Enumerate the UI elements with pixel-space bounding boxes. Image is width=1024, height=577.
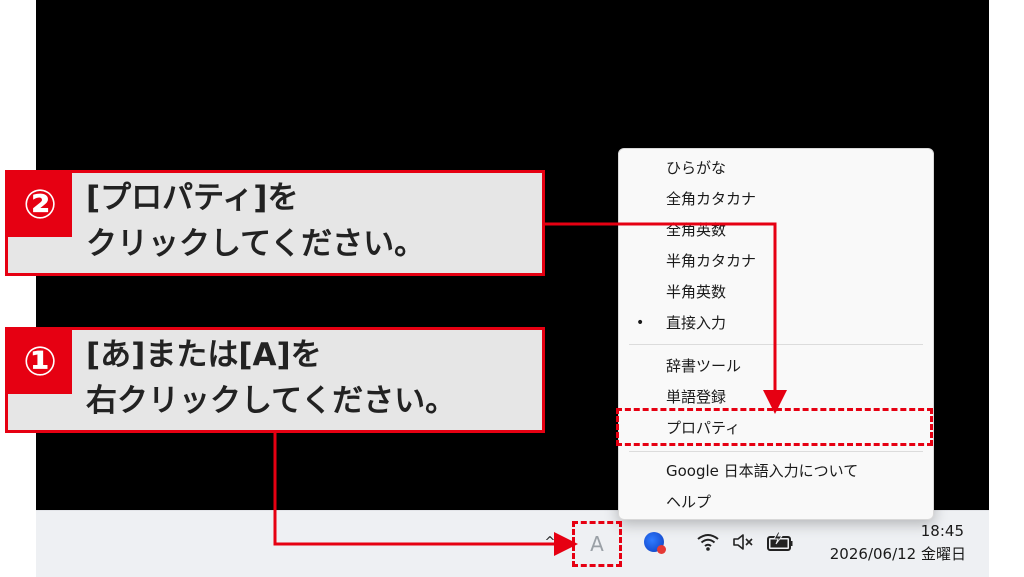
menu-item-direct-input[interactable]: • 直接入力 bbox=[619, 308, 933, 338]
menu-item-label: 辞書ツール bbox=[666, 357, 742, 375]
menu-item-label: 半角カタカナ bbox=[666, 252, 757, 270]
selected-bullet-icon: • bbox=[636, 315, 645, 331]
menu-item-label: Google 日本語入力について bbox=[666, 462, 859, 480]
volume-mute-icon[interactable] bbox=[730, 530, 756, 554]
ime-icon-highlight-box bbox=[572, 521, 622, 567]
clock-date: 2026/06/12 金曜日 bbox=[829, 545, 966, 563]
callout-line-1: [プロパティ]を bbox=[86, 180, 299, 216]
menu-item-help[interactable]: ヘルプ bbox=[619, 487, 933, 517]
battery-charging-icon[interactable] bbox=[764, 529, 796, 555]
callout-line-2: クリックしてください。 bbox=[86, 226, 426, 262]
ime-context-menu: ひらがな 全角カタカナ 全角英数 半角カタカナ 半角英数 • 直接入力 辞書ツー… bbox=[618, 148, 934, 520]
menu-item-label: 全角カタカナ bbox=[666, 190, 757, 208]
menu-item-label: ヘルプ bbox=[666, 493, 712, 511]
callout-line-1: [あ]または[A]を bbox=[86, 337, 322, 373]
chevron-up-icon[interactable]: ^ bbox=[538, 530, 562, 554]
menu-item-label: 全角英数 bbox=[666, 221, 727, 239]
callout-text: [あ]または[A]を 右クリックしてください。 bbox=[86, 332, 456, 424]
step-number-badge: ② bbox=[8, 173, 72, 237]
menu-item-hiragana[interactable]: ひらがな bbox=[619, 153, 933, 183]
menu-item-label: 半角英数 bbox=[666, 283, 727, 301]
callout-step-1: ① [あ]または[A]を 右クリックしてください。 bbox=[5, 327, 545, 433]
menu-item-about[interactable]: Google 日本語入力について bbox=[619, 456, 933, 486]
menu-item-halfwidth-katakana[interactable]: 半角カタカナ bbox=[619, 246, 933, 276]
taskbar-clock[interactable]: 18:45 2026/06/12 金曜日 bbox=[808, 520, 966, 566]
menu-item-halfwidth-alphanumeric[interactable]: 半角英数 bbox=[619, 277, 933, 307]
app-icon[interactable] bbox=[641, 529, 667, 555]
menu-item-label: 直接入力 bbox=[666, 314, 727, 332]
menu-separator bbox=[629, 451, 923, 452]
properties-highlight-box bbox=[616, 408, 933, 446]
clock-time: 18:45 bbox=[920, 522, 964, 540]
wifi-icon[interactable] bbox=[695, 530, 721, 554]
menu-item-fullwidth-alphanumeric[interactable]: 全角英数 bbox=[619, 215, 933, 245]
menu-separator bbox=[629, 344, 923, 345]
menu-item-fullwidth-katakana[interactable]: 全角カタカナ bbox=[619, 184, 933, 214]
menu-item-dictionary-tool[interactable]: 辞書ツール bbox=[619, 351, 933, 381]
callout-text: [プロパティ]を クリックしてください。 bbox=[86, 175, 425, 267]
callout-step-2: ② [プロパティ]を クリックしてください。 bbox=[5, 170, 545, 276]
menu-item-label: ひらがな bbox=[666, 159, 727, 177]
callout-line-2: 右クリックしてください。 bbox=[86, 383, 457, 419]
step-number-badge: ① bbox=[8, 330, 72, 394]
